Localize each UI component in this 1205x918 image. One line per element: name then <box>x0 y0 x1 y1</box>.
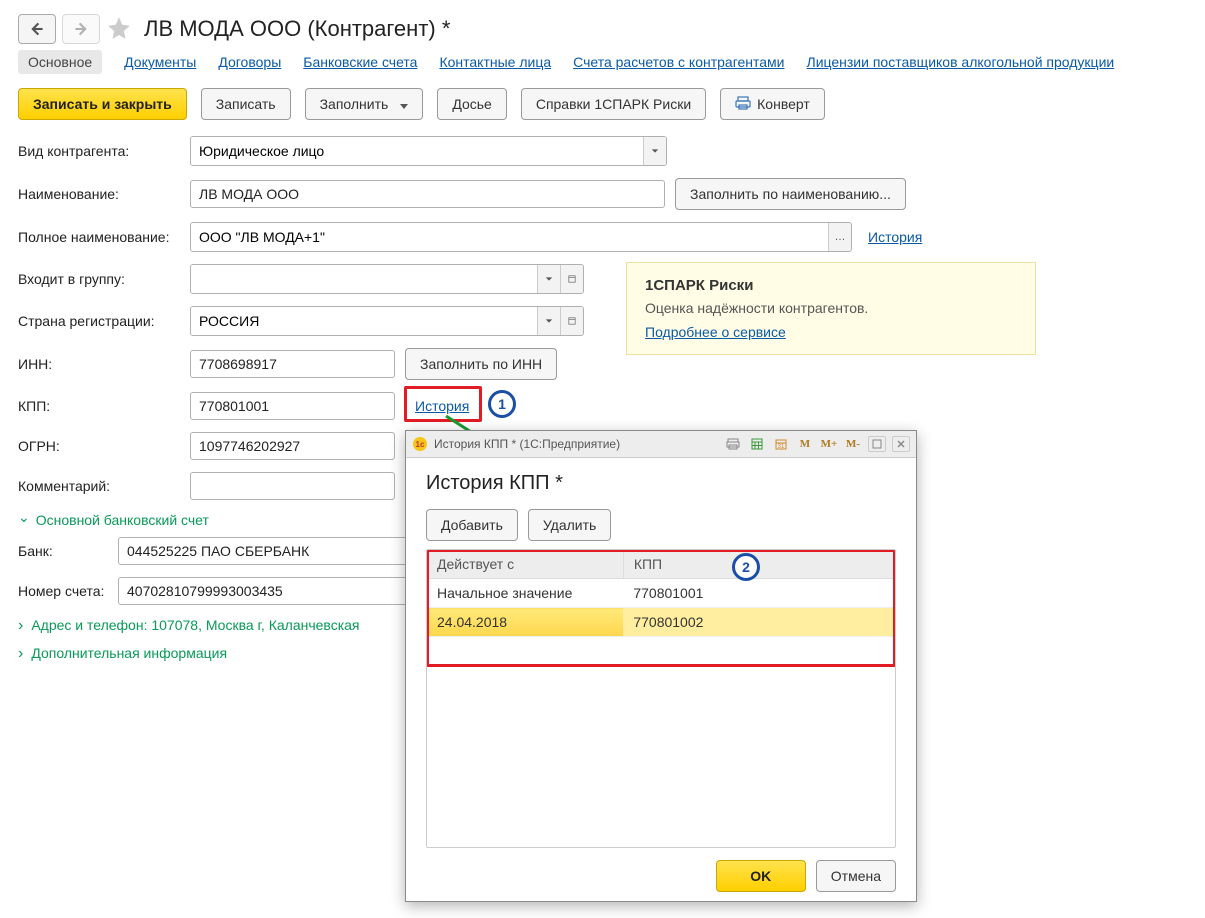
spark-title: 1СПАРК Риски <box>645 277 1017 294</box>
cell-effective-date: 24.04.2018 <box>427 608 623 637</box>
ogrn-label: ОГРН: <box>18 438 190 454</box>
dropdown-icon[interactable] <box>537 307 560 335</box>
dialog-calc-icon[interactable] <box>748 435 766 453</box>
dialog-maximize-icon[interactable] <box>868 436 886 452</box>
ellipsis-button[interactable]: … <box>828 223 851 251</box>
extra-info-toggle[interactable]: Дополнительная информация <box>18 645 227 661</box>
counterparty-type-input[interactable] <box>191 137 643 165</box>
dropdown-icon[interactable] <box>643 137 666 165</box>
dialog-heading: История КПП * <box>426 472 896 495</box>
tab-main[interactable]: Основное <box>18 50 102 74</box>
open-ref-icon[interactable] <box>560 265 583 293</box>
country-label: Страна регистрации: <box>18 313 190 329</box>
write-and-close-button[interactable]: Записать и закрыть <box>18 88 187 120</box>
kpp-label: КПП: <box>18 398 190 414</box>
account-number-input[interactable] <box>118 577 418 605</box>
kpp-history-dialog: 1c История КПП * (1С:Предприятие) 31 M M… <box>405 430 917 902</box>
tab-contracts[interactable]: Договоры <box>218 54 281 70</box>
kpp-history-link[interactable]: История <box>415 398 469 414</box>
ogrn-input[interactable] <box>190 432 395 460</box>
name-label: Наименование: <box>18 186 190 202</box>
open-ref-icon[interactable] <box>560 307 583 335</box>
fill-by-name-button[interactable]: Заполнить по наименованию... <box>675 178 906 210</box>
dialog-delete-button[interactable]: Удалить <box>528 509 611 541</box>
group-label: Входит в группу: <box>18 271 190 287</box>
bank-section-title: Основной банковский счет <box>36 512 209 528</box>
inn-input[interactable] <box>190 350 395 378</box>
app-logo-icon: 1c <box>412 436 428 452</box>
comment-input[interactable] <box>190 472 395 500</box>
table-row[interactable]: Начальное значение 770801001 <box>427 579 895 608</box>
caret-down-icon <box>394 96 408 112</box>
dropdown-icon[interactable] <box>537 265 560 293</box>
cell-kpp: 770801002 <box>623 608 894 637</box>
country-input[interactable] <box>191 307 537 335</box>
dialog-mem-mplus[interactable]: M+ <box>820 435 838 453</box>
spark-text: Оценка надёжности контрагентов. <box>645 300 1017 316</box>
fill-by-inn-button[interactable]: Заполнить по ИНН <box>405 348 557 380</box>
spark-references-button[interactable]: Справки 1СПАРК Риски <box>521 88 706 120</box>
cell-kpp: 770801001 <box>623 579 894 608</box>
dialog-close-icon[interactable] <box>892 436 910 452</box>
dialog-calendar-icon[interactable]: 31 <box>772 435 790 453</box>
cell-effective-date: Начальное значение <box>427 579 623 608</box>
comment-label: Комментарий: <box>18 478 190 494</box>
dialog-window-title: История КПП * (1С:Предприятие) <box>434 437 620 451</box>
svg-text:1c: 1c <box>416 440 425 449</box>
favorite-star-icon[interactable] <box>106 15 132 44</box>
account-number-label: Номер счета: <box>18 583 118 599</box>
tab-documents[interactable]: Документы <box>124 54 196 70</box>
dossier-button[interactable]: Досье <box>437 88 507 120</box>
col-kpp[interactable]: КПП <box>623 550 894 579</box>
svg-text:31: 31 <box>778 444 785 450</box>
write-button[interactable]: Записать <box>201 88 291 120</box>
spark-risks-panel: 1СПАРК Риски Оценка надёжности контраген… <box>626 262 1036 355</box>
counterparty-type-field[interactable] <box>190 136 667 166</box>
convert-button-label: Конверт <box>757 96 810 112</box>
nav-back-button[interactable] <box>18 14 56 44</box>
inn-label: ИНН: <box>18 356 190 372</box>
extra-info-label: Дополнительная информация <box>31 645 227 661</box>
fill-button-label: Заполнить <box>320 96 389 112</box>
fullname-input[interactable] <box>191 223 828 251</box>
bank-section-toggle[interactable]: Основной банковский счет <box>18 512 209 528</box>
page-title: ЛВ МОДА ООО (Контрагент) * <box>144 16 450 42</box>
bank-label: Банк: <box>18 543 118 559</box>
name-input[interactable] <box>190 180 665 208</box>
tab-bank-accounts[interactable]: Банковские счета <box>303 54 417 70</box>
bank-input[interactable] <box>118 537 418 565</box>
print-icon <box>735 96 751 113</box>
nav-forward-button[interactable] <box>62 14 100 44</box>
fullname-history-link[interactable]: История <box>868 229 922 245</box>
counterparty-type-label: Вид контрагента: <box>18 143 190 159</box>
fill-button[interactable]: Заполнить <box>305 88 424 120</box>
tab-settlement-accounts[interactable]: Счета расчетов с контрагентами <box>573 54 784 70</box>
address-phone-label: Адрес и телефон: 107078, Москва г, Калан… <box>31 617 359 633</box>
group-input[interactable] <box>191 265 537 293</box>
spark-more-link[interactable]: Подробнее о сервисе <box>645 324 786 340</box>
address-phone-toggle[interactable]: Адрес и телефон: 107078, Москва г, Калан… <box>18 617 360 633</box>
dialog-print-icon[interactable] <box>724 435 742 453</box>
dialog-ok-button[interactable]: OK <box>716 860 806 892</box>
fullname-label: Полное наименование: <box>18 229 190 245</box>
dialog-add-button[interactable]: Добавить <box>426 509 518 541</box>
dialog-mem-m[interactable]: M <box>796 435 814 453</box>
tab-licenses[interactable]: Лицензии поставщиков алкогольной продукц… <box>807 54 1115 70</box>
dialog-mem-mminus[interactable]: M- <box>844 435 862 453</box>
table-row[interactable]: 24.04.2018 770801002 <box>427 608 895 637</box>
dialog-cancel-button[interactable]: Отмена <box>816 860 896 892</box>
tab-contacts[interactable]: Контактные лица <box>439 54 551 70</box>
kpp-input[interactable] <box>190 392 395 420</box>
convert-button[interactable]: Конверт <box>720 88 825 120</box>
col-effective-date[interactable]: Действует с <box>427 550 623 579</box>
